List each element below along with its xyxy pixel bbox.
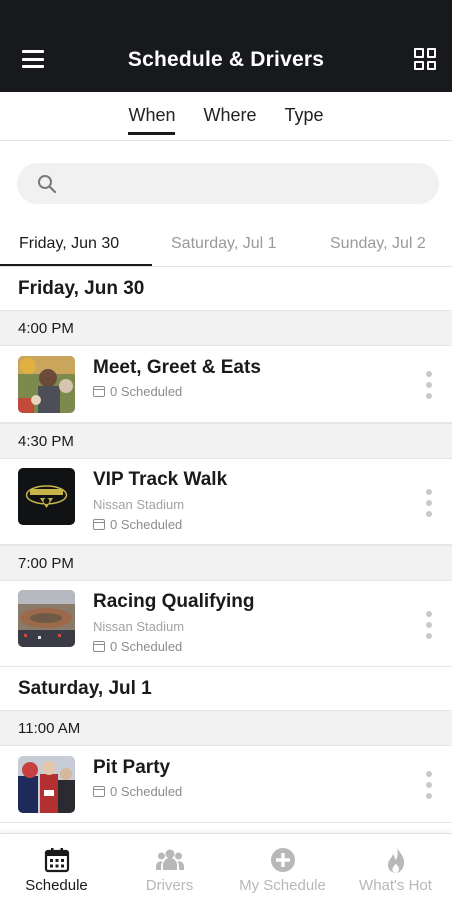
event-row[interactable]: Meet, Greet & Eats 0 Scheduled — [0, 346, 452, 423]
scheduled-count: 0 Scheduled — [93, 517, 182, 532]
scheduled-count: 0 Scheduled — [93, 639, 182, 654]
calendar-icon — [44, 848, 69, 873]
nav-label: My Schedule — [239, 877, 326, 894]
day-tab-fri[interactable]: Friday, Jun 30 — [0, 224, 152, 266]
status-bar — [0, 0, 452, 28]
people-icon — [155, 849, 184, 870]
calendar-small-icon — [93, 386, 105, 397]
nav-label: Schedule — [25, 877, 88, 894]
day-header: Friday, Jun 30 — [0, 267, 452, 310]
event-row[interactable]: VIP Track Walk Nissan Stadium 0 Schedule… — [0, 459, 452, 545]
hamburger-menu-icon[interactable] — [22, 50, 44, 68]
search-icon — [38, 175, 57, 194]
calendar-small-icon — [93, 786, 105, 797]
calendar-small-icon — [93, 641, 105, 652]
grid-view-icon[interactable] — [414, 48, 436, 70]
day-tab-sat[interactable]: Saturday, Jul 1 — [171, 224, 277, 266]
nav-schedule[interactable]: Schedule — [0, 834, 113, 900]
event-row[interactable]: Racing Qualifying Nissan Stadium 0 Sched… — [0, 581, 452, 667]
event-thumbnail — [18, 356, 75, 413]
scheduled-count-text: 0 Scheduled — [110, 384, 183, 399]
scheduled-count-text: 0 Scheduled — [110, 784, 183, 799]
scheduled-count: 0 Scheduled — [93, 784, 182, 799]
event-title: Racing Qualifying — [93, 591, 255, 612]
more-options-icon[interactable] — [426, 489, 432, 517]
day-tabs: Friday, Jun 30 Saturday, Jul 1 Sunday, J… — [0, 224, 452, 267]
page-title: Schedule & Drivers — [127, 48, 325, 71]
tab-where[interactable]: Where — [203, 97, 256, 135]
time-header: 7:00 PM — [0, 545, 452, 581]
event-location: Nissan Stadium — [93, 619, 185, 634]
event-thumbnail — [18, 468, 75, 525]
scheduled-count: 0 Scheduled — [93, 384, 182, 399]
more-options-icon[interactable] — [426, 771, 432, 799]
day-header: Saturday, Jul 1 — [0, 667, 452, 710]
event-title: Meet, Greet & Eats — [93, 357, 261, 378]
more-options-icon[interactable] — [426, 611, 432, 639]
search-input[interactable] — [17, 163, 439, 204]
event-thumbnail — [18, 590, 75, 647]
calendar-small-icon — [93, 519, 105, 530]
event-title: Pit Party — [93, 757, 171, 778]
more-options-icon[interactable] — [426, 371, 432, 399]
nav-my-schedule[interactable]: My Schedule — [226, 834, 339, 900]
schedule-list: Friday, Jun 30 4:00 PM Meet, Greet & Eat… — [0, 267, 452, 823]
event-title: VIP Track Walk — [93, 469, 228, 490]
time-header: 11:00 AM — [0, 710, 452, 746]
tab-when[interactable]: When — [128, 97, 176, 135]
nav-whats-hot[interactable]: What's Hot — [339, 834, 452, 900]
time-header: 4:30 PM — [0, 423, 452, 459]
nav-label: Drivers — [145, 877, 194, 894]
nav-label: What's Hot — [359, 877, 432, 894]
time-header: 4:00 PM — [0, 310, 452, 346]
nav-drivers[interactable]: Drivers — [113, 834, 226, 900]
flame-icon — [387, 847, 404, 873]
plus-circle-icon — [270, 848, 295, 872]
filter-tabs: When Where Type — [0, 92, 452, 141]
app-bar: Schedule & Drivers — [0, 28, 452, 92]
event-thumbnail — [18, 756, 75, 813]
event-location: Nissan Stadium — [93, 497, 185, 512]
event-row[interactable]: Pit Party 0 Scheduled — [0, 746, 452, 823]
scheduled-count-text: 0 Scheduled — [110, 517, 183, 532]
scheduled-count-text: 0 Scheduled — [110, 639, 183, 654]
day-tab-sun[interactable]: Sunday, Jul 2 — [330, 224, 426, 266]
bottom-nav: Schedule Drivers My Schedule What's Hot — [0, 833, 452, 900]
tab-type[interactable]: Type — [285, 97, 324, 135]
